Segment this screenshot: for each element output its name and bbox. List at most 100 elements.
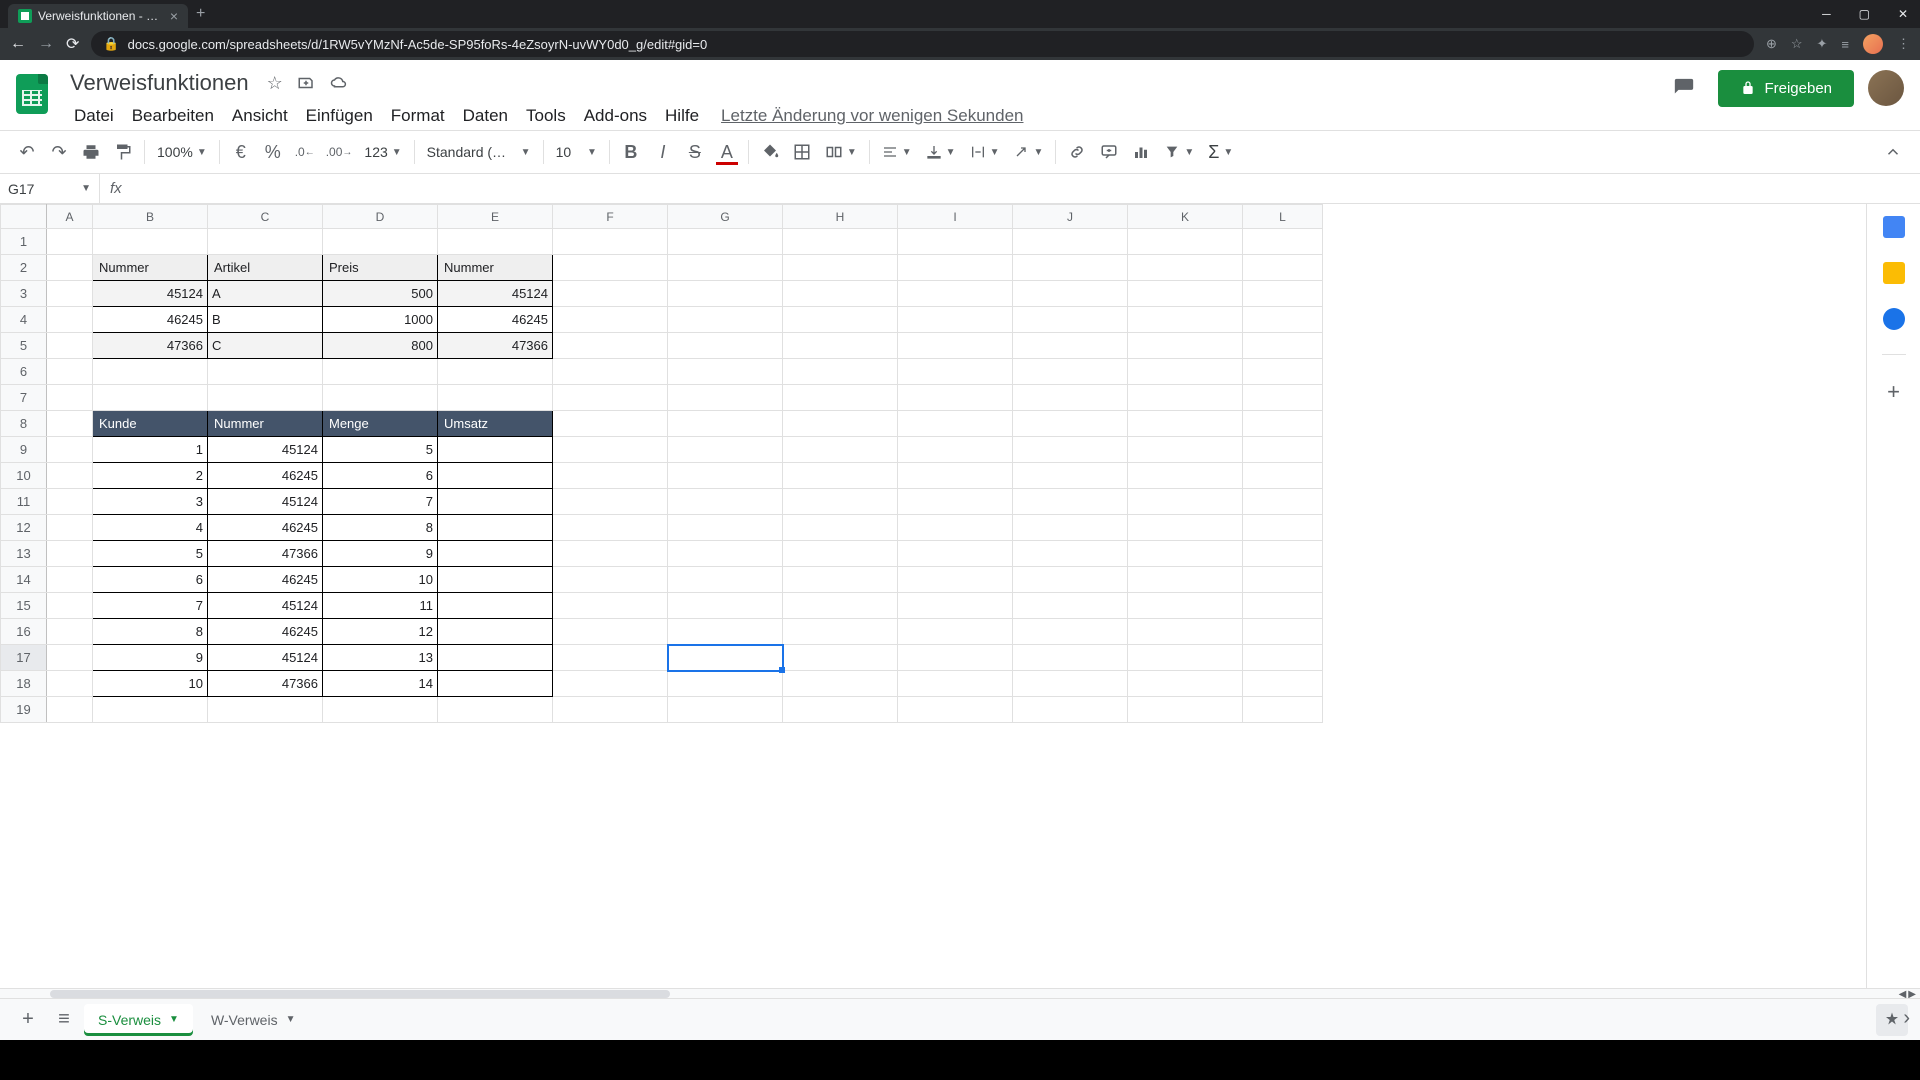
spreadsheet-grid[interactable]: ABCDEFGHIJKL12NummerArtikelPreisNummer34… — [0, 204, 1866, 988]
sheet-nav-left[interactable]: ◀ — [1899, 989, 1907, 998]
menu-daten[interactable]: Daten — [455, 102, 516, 130]
cell-D17[interactable]: 13 — [323, 645, 438, 671]
sheet-nav-right[interactable]: ▶ — [1908, 989, 1916, 998]
cell-H5[interactable] — [783, 333, 898, 359]
cell-J4[interactable] — [1013, 307, 1128, 333]
collapse-toolbar-button[interactable] — [1878, 137, 1908, 167]
cell-B12[interactable]: 4 — [93, 515, 208, 541]
text-rotation-button[interactable]: ▼ — [1007, 144, 1049, 160]
cell-H12[interactable] — [783, 515, 898, 541]
cell-B7[interactable] — [93, 385, 208, 411]
functions-button[interactable]: Σ▼ — [1202, 142, 1239, 163]
cell-G2[interactable] — [668, 255, 783, 281]
cell-B15[interactable]: 7 — [93, 593, 208, 619]
cell-K13[interactable] — [1128, 541, 1243, 567]
cell-J19[interactable] — [1013, 697, 1128, 723]
cell-C11[interactable]: 45124 — [208, 489, 323, 515]
cell-F4[interactable] — [553, 307, 668, 333]
cell-H13[interactable] — [783, 541, 898, 567]
cell-A7[interactable] — [47, 385, 93, 411]
show-side-panel-button[interactable]: › — [1903, 1007, 1910, 1030]
sheets-logo[interactable] — [16, 74, 56, 114]
cell-H16[interactable] — [783, 619, 898, 645]
cell-L12[interactable] — [1243, 515, 1323, 541]
browser-tab[interactable]: Verweisfunktionen - Google Tab… × — [8, 4, 188, 28]
cell-H18[interactable] — [783, 671, 898, 697]
cell-I12[interactable] — [898, 515, 1013, 541]
cell-H4[interactable] — [783, 307, 898, 333]
cell-C1[interactable] — [208, 229, 323, 255]
cell-E5[interactable]: 47366 — [438, 333, 553, 359]
extensions-icon[interactable]: ✦ — [1817, 36, 1828, 52]
cell-L8[interactable] — [1243, 411, 1323, 437]
sheet-tab-active[interactable]: S-Verweis▼ — [84, 1004, 193, 1036]
cell-F7[interactable] — [553, 385, 668, 411]
column-header-B[interactable]: B — [93, 205, 208, 229]
cell-L2[interactable] — [1243, 255, 1323, 281]
cell-E12[interactable] — [438, 515, 553, 541]
cell-L17[interactable] — [1243, 645, 1323, 671]
cell-I6[interactable] — [898, 359, 1013, 385]
cell-G7[interactable] — [668, 385, 783, 411]
cell-B19[interactable] — [93, 697, 208, 723]
horizontal-scrollbar[interactable]: ◀ ▶ — [0, 988, 1920, 998]
cell-A19[interactable] — [47, 697, 93, 723]
column-header-I[interactable]: I — [898, 205, 1013, 229]
cell-H2[interactable] — [783, 255, 898, 281]
menu-addons[interactable]: Add-ons — [576, 102, 655, 130]
cell-J14[interactable] — [1013, 567, 1128, 593]
share-button[interactable]: Freigeben — [1718, 70, 1854, 107]
cell-K5[interactable] — [1128, 333, 1243, 359]
cell-G6[interactable] — [668, 359, 783, 385]
cell-C9[interactable]: 45124 — [208, 437, 323, 463]
zoom-icon[interactable]: ⊕ — [1766, 36, 1777, 52]
cell-I10[interactable] — [898, 463, 1013, 489]
cell-L13[interactable] — [1243, 541, 1323, 567]
calendar-icon[interactable] — [1883, 216, 1905, 238]
cell-D15[interactable]: 11 — [323, 593, 438, 619]
cell-H6[interactable] — [783, 359, 898, 385]
row-header-5[interactable]: 5 — [1, 333, 47, 359]
cell-K3[interactable] — [1128, 281, 1243, 307]
cell-F10[interactable] — [553, 463, 668, 489]
cell-J16[interactable] — [1013, 619, 1128, 645]
cell-B4[interactable]: 46245 — [93, 307, 208, 333]
cell-A2[interactable] — [47, 255, 93, 281]
star-icon[interactable]: ☆ — [1791, 36, 1803, 52]
cell-B6[interactable] — [93, 359, 208, 385]
cell-D13[interactable]: 9 — [323, 541, 438, 567]
cell-B11[interactable]: 3 — [93, 489, 208, 515]
cell-I11[interactable] — [898, 489, 1013, 515]
column-header-G[interactable]: G — [668, 205, 783, 229]
cell-A3[interactable] — [47, 281, 93, 307]
insert-link-button[interactable] — [1062, 137, 1092, 167]
cell-H3[interactable] — [783, 281, 898, 307]
cell-J3[interactable] — [1013, 281, 1128, 307]
cell-D7[interactable] — [323, 385, 438, 411]
cell-A8[interactable] — [47, 411, 93, 437]
cell-L6[interactable] — [1243, 359, 1323, 385]
cell-E1[interactable] — [438, 229, 553, 255]
cell-J8[interactable] — [1013, 411, 1128, 437]
cell-G12[interactable] — [668, 515, 783, 541]
formula-input[interactable] — [132, 181, 1920, 197]
cell-J7[interactable] — [1013, 385, 1128, 411]
cell-G4[interactable] — [668, 307, 783, 333]
cell-K6[interactable] — [1128, 359, 1243, 385]
column-header-E[interactable]: E — [438, 205, 553, 229]
row-header-3[interactable]: 3 — [1, 281, 47, 307]
cell-A17[interactable] — [47, 645, 93, 671]
column-header-D[interactable]: D — [323, 205, 438, 229]
cell-K16[interactable] — [1128, 619, 1243, 645]
cell-L3[interactable] — [1243, 281, 1323, 307]
cell-D12[interactable]: 8 — [323, 515, 438, 541]
print-button[interactable] — [76, 137, 106, 167]
cell-G3[interactable] — [668, 281, 783, 307]
cell-C10[interactable]: 46245 — [208, 463, 323, 489]
cell-D10[interactable]: 6 — [323, 463, 438, 489]
cell-E14[interactable] — [438, 567, 553, 593]
url-input[interactable]: 🔒 docs.google.com/spreadsheets/d/1RW5vYM… — [91, 31, 1754, 57]
cell-K2[interactable] — [1128, 255, 1243, 281]
increase-decimal-button[interactable]: .00→ — [322, 137, 357, 167]
number-format-select[interactable]: 123▼ — [358, 144, 407, 160]
